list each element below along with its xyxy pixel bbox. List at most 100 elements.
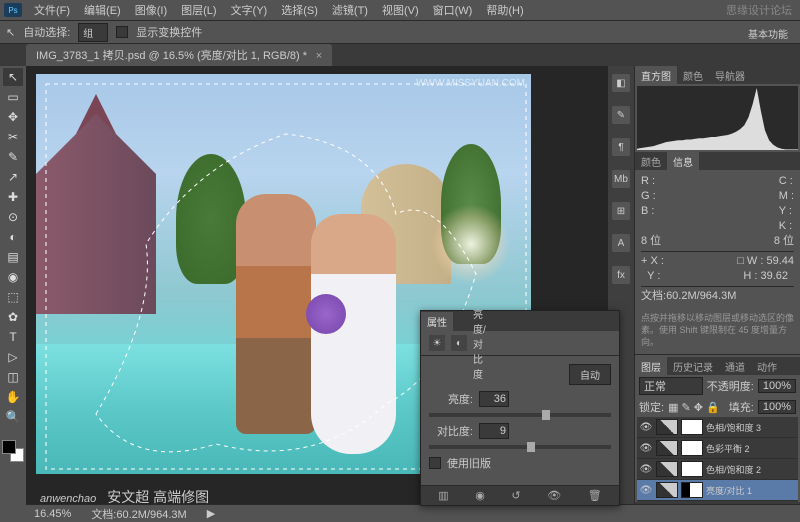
- legacy-label: 使用旧版: [447, 455, 491, 471]
- panel-icon[interactable]: ◧: [612, 74, 630, 92]
- panel-icon[interactable]: A: [612, 234, 630, 252]
- opacity-input[interactable]: 100%: [758, 379, 796, 393]
- crop-tool[interactable]: ✂: [3, 128, 23, 146]
- layer-thumb: [656, 461, 678, 477]
- gradient-tool[interactable]: ◉: [3, 268, 23, 286]
- lock-label: 锁定:: [639, 399, 664, 415]
- view-previous-icon[interactable]: ◉: [475, 489, 485, 502]
- toggle-visibility-icon[interactable]: 👁: [547, 489, 561, 502]
- panel-icon[interactable]: ✎: [612, 106, 630, 124]
- dodge-tool[interactable]: ✿: [3, 308, 23, 326]
- menu-view[interactable]: 视图(V): [376, 2, 425, 18]
- tab-actions[interactable]: 动作: [751, 357, 783, 375]
- info-panel: R :G :B :C :M :Y :K : 8 位8 位 + X : Y :□ …: [635, 170, 800, 308]
- pen-tool[interactable]: ▷: [3, 348, 23, 366]
- type-tool[interactable]: T: [3, 328, 23, 346]
- layer-row[interactable]: 👁 色相/饱和度 3: [637, 417, 798, 438]
- panel-icon[interactable]: Mb: [612, 170, 630, 188]
- mask-thumb[interactable]: [681, 482, 703, 498]
- right-panels: 直方图 颜色 导航器 颜色 信息 R :G :B :C :M :Y :K : 8…: [634, 66, 800, 522]
- workspace-switcher[interactable]: 基本功能: [742, 24, 794, 43]
- panel-icon[interactable]: ¶: [612, 138, 630, 156]
- ps-logo: Ps: [4, 3, 22, 17]
- contrast-slider[interactable]: [429, 445, 611, 449]
- move-tool-icon: ↖: [6, 26, 15, 39]
- close-tab-icon[interactable]: ×: [316, 50, 322, 62]
- marquee-tool[interactable]: ▭: [3, 88, 23, 106]
- info-panel-tabs: 颜色 信息: [635, 152, 800, 170]
- menu-type[interactable]: 文字(Y): [225, 2, 274, 18]
- forum-link[interactable]: 思缘设计论坛: [726, 2, 792, 18]
- blend-mode-dropdown[interactable]: 正常: [639, 377, 703, 395]
- transform-controls-checkbox[interactable]: [116, 26, 128, 38]
- mask-thumb[interactable]: [681, 461, 703, 477]
- foreground-color[interactable]: [2, 440, 16, 454]
- layer-row[interactable]: 👁色相/饱和度 2: [637, 459, 798, 480]
- eyedropper-tool[interactable]: ✎: [3, 148, 23, 166]
- tab-layers[interactable]: 图层: [635, 357, 667, 375]
- stamp-tool[interactable]: ⊙: [3, 208, 23, 226]
- brightness-value[interactable]: 36: [479, 391, 509, 407]
- histogram-panel-tabs: 直方图 颜色 导航器: [635, 66, 800, 84]
- mask-thumb[interactable]: [681, 440, 703, 456]
- menu-select[interactable]: 选择(S): [275, 2, 324, 18]
- menu-edit[interactable]: 编辑(E): [78, 2, 127, 18]
- tab-properties[interactable]: 属性: [421, 312, 453, 331]
- color-swatches[interactable]: [2, 440, 24, 462]
- autoselect-dropdown[interactable]: 组: [78, 23, 108, 42]
- opacity-label: 不透明度:: [707, 378, 754, 394]
- layer-name: 色相/饱和度 3: [706, 421, 796, 434]
- rectangle-tool[interactable]: ◫: [3, 368, 23, 386]
- visibility-icon[interactable]: 👁: [639, 464, 653, 475]
- menu-file[interactable]: 文件(F): [28, 2, 76, 18]
- panel-icon[interactable]: fx: [612, 266, 630, 284]
- layer-row[interactable]: 👁亮度/对比 1: [637, 480, 798, 501]
- reset-icon[interactable]: ↺: [511, 489, 520, 502]
- panel-icon[interactable]: ⊞: [612, 202, 630, 220]
- contrast-value[interactable]: 9: [479, 423, 509, 439]
- tab-color2[interactable]: 颜色: [635, 152, 667, 170]
- zoom-level[interactable]: 16.45%: [34, 508, 71, 520]
- visibility-icon[interactable]: 👁: [639, 485, 653, 496]
- delete-adjustment-icon[interactable]: 🗑: [588, 489, 602, 502]
- watermark-url: WWW.MISSYUAN.COM: [416, 78, 525, 89]
- tab-histogram[interactable]: 直方图: [635, 66, 677, 84]
- zoom-tool[interactable]: 🔍: [3, 408, 23, 426]
- history-brush-tool[interactable]: ◐: [3, 228, 23, 246]
- fill-input[interactable]: 100%: [758, 400, 796, 414]
- blur-tool[interactable]: ⬚: [3, 288, 23, 306]
- move-tool[interactable]: ↖: [3, 68, 23, 86]
- brush-tool[interactable]: ✚: [3, 188, 23, 206]
- clip-icon[interactable]: ▥: [438, 489, 448, 502]
- menu-window[interactable]: 窗口(W): [427, 2, 479, 18]
- tab-color[interactable]: 颜色: [677, 66, 709, 84]
- menu-help[interactable]: 帮助(H): [480, 2, 529, 18]
- menu-image[interactable]: 图像(I): [129, 2, 173, 18]
- status-chevron-icon[interactable]: ▶: [207, 507, 215, 520]
- legacy-checkbox[interactable]: [429, 457, 441, 469]
- tab-navigator[interactable]: 导航器: [709, 66, 751, 84]
- tab-title: IMG_3783_1 拷贝.psd @ 16.5% (亮度/对比 1, RGB/…: [36, 50, 307, 62]
- tab-history[interactable]: 历史记录: [667, 357, 719, 375]
- document-tab[interactable]: IMG_3783_1 拷贝.psd @ 16.5% (亮度/对比 1, RGB/…: [26, 44, 332, 66]
- visibility-icon[interactable]: 👁: [639, 443, 653, 454]
- lock-icons[interactable]: ▦ ✎ ✥ 🔒: [668, 401, 720, 414]
- mask-thumb[interactable]: [681, 419, 703, 435]
- layer-row[interactable]: 👁色彩平衡 2: [637, 438, 798, 459]
- visibility-icon[interactable]: 👁: [639, 422, 653, 433]
- layer-thumb: [656, 482, 678, 498]
- hand-tool[interactable]: ✋: [3, 388, 23, 406]
- menu-bar: Ps 文件(F) 编辑(E) 图像(I) 图层(L) 文字(Y) 选择(S) 滤…: [0, 0, 800, 20]
- properties-panel: 属性 ☀ ◐ 亮度/对比度 自动 亮度: 36 对比度: 9 使用旧版 ▥ ◉ …: [420, 310, 620, 506]
- lasso-tool[interactable]: ✥: [3, 108, 23, 126]
- brightness-slider[interactable]: [429, 413, 611, 417]
- menu-layer[interactable]: 图层(L): [175, 2, 222, 18]
- options-bar: ↖ 自动选择: 组 显示变换控件: [0, 20, 800, 44]
- mask-icon[interactable]: ◐: [451, 335, 467, 351]
- eraser-tool[interactable]: ▤: [3, 248, 23, 266]
- healing-tool[interactable]: ↗: [3, 168, 23, 186]
- auto-button[interactable]: 自动: [569, 364, 611, 385]
- tab-info[interactable]: 信息: [667, 152, 699, 170]
- tab-channels[interactable]: 通道: [719, 357, 751, 375]
- menu-filter[interactable]: 滤镜(T): [326, 2, 374, 18]
